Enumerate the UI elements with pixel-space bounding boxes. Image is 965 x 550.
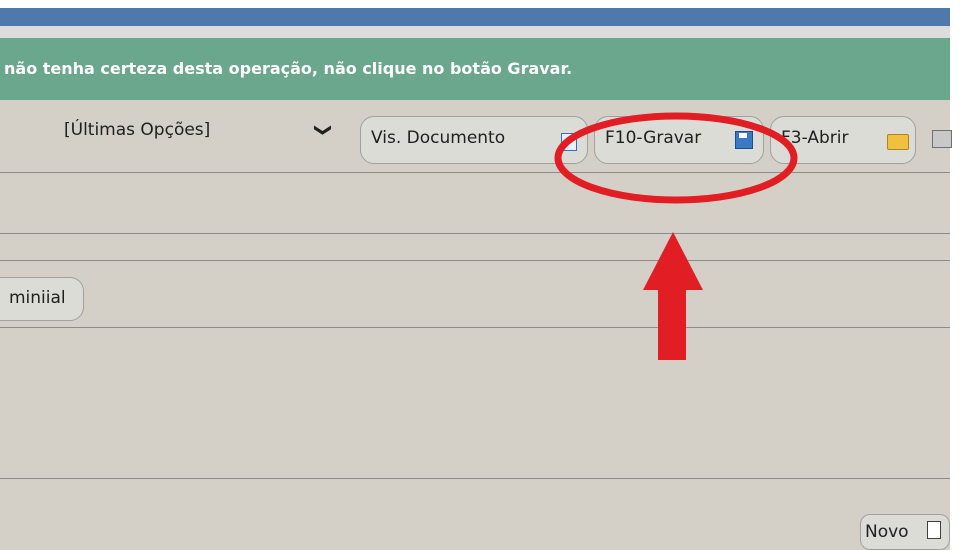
options-select-value: [Últimas Opções] (64, 120, 211, 140)
top-strip (0, 0, 965, 8)
view-document-label: Vis. Documento (371, 128, 506, 148)
open-folder-icon (887, 134, 909, 150)
new-label: Novo (865, 522, 909, 542)
open-label: F3-Abrir (781, 128, 849, 148)
open-button[interactable]: F3-Abrir (770, 116, 916, 164)
view-document-button[interactable]: Vis. Documento (360, 116, 588, 164)
options-select[interactable]: [Últimas Opções] ❯ (58, 114, 348, 150)
condominial-button[interactable]: miniial (0, 277, 84, 321)
save-button[interactable]: F10-Gravar (594, 116, 764, 164)
content-area (0, 328, 950, 479)
chevron-down-icon: ❯ (313, 122, 334, 138)
section-divider (0, 234, 950, 261)
condominial-label: miniial (9, 288, 66, 308)
toolbar-secondary-band (0, 173, 950, 234)
printer-icon[interactable] (932, 130, 952, 148)
new-document-icon (927, 521, 941, 539)
floppy-disk-icon (735, 131, 753, 149)
document-icon (561, 133, 577, 151)
footer-area (0, 480, 950, 550)
header-gap (0, 26, 950, 38)
warning-bar: não tenha certeza desta operação, não cl… (0, 38, 950, 100)
save-label: F10-Gravar (605, 128, 702, 148)
right-edge (950, 0, 965, 550)
condominial-section (0, 261, 950, 328)
title-bar (0, 8, 950, 26)
warning-text: não tenha certeza desta operação, não cl… (4, 59, 573, 78)
new-button[interactable]: Novo (860, 514, 950, 550)
